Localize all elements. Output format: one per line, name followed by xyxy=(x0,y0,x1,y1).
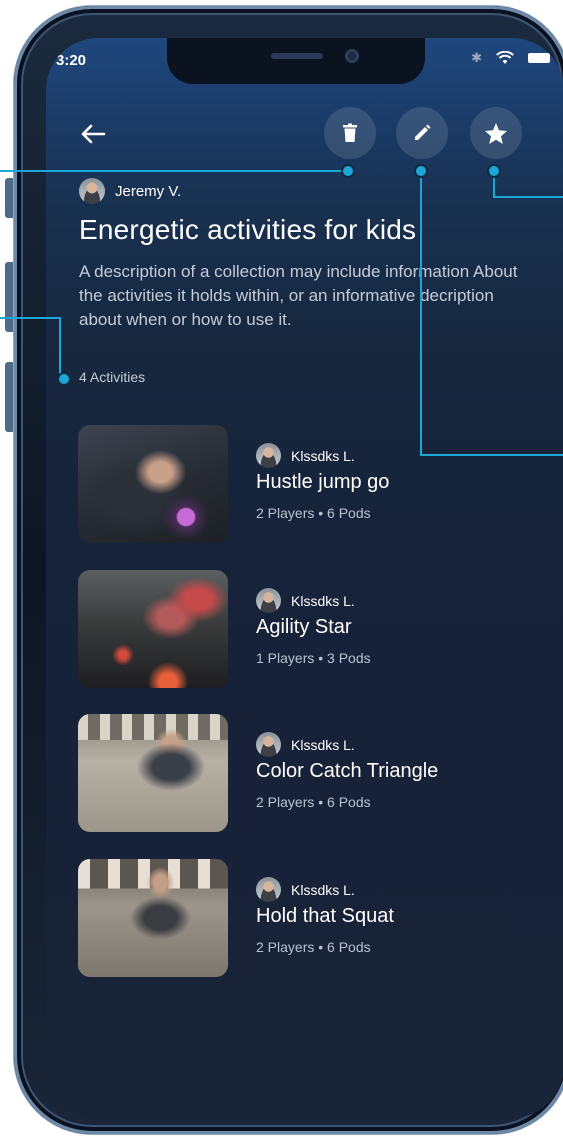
battery-icon xyxy=(528,53,550,63)
pencil-icon xyxy=(415,124,431,140)
arrow-left-icon xyxy=(81,124,106,144)
activity-author-name: Klssdks L. xyxy=(291,881,355,898)
avatar xyxy=(256,443,281,468)
collection-author: Jeremy V. xyxy=(79,178,181,204)
activity-meta: 2 Players • 6 Pods xyxy=(256,505,371,521)
star-icon xyxy=(485,122,507,144)
activity-author: Klssdks L. xyxy=(256,732,355,757)
activity-author: Klssdks L. xyxy=(256,588,355,613)
bluetooth-icon: ✱ xyxy=(471,50,482,65)
speaker xyxy=(271,53,323,59)
activity-pods: 6 Pods xyxy=(327,794,371,810)
wifi-icon xyxy=(496,51,514,64)
activity-item-agility-star[interactable]: Klssdks L. Agility Star 1 Players • 3 Po… xyxy=(78,570,538,690)
front-camera xyxy=(345,49,359,63)
avatar xyxy=(79,178,105,204)
app-screen: 3:20 ✱ Jeremy V. Energetic activities fo… xyxy=(46,38,563,1118)
activity-thumbnail xyxy=(78,859,228,977)
activity-pods: 3 Pods xyxy=(327,650,371,666)
status-icons: ✱ xyxy=(471,50,550,66)
activity-author: Klssdks L. xyxy=(256,877,355,902)
favorite-button[interactable] xyxy=(470,107,522,159)
avatar xyxy=(256,877,281,902)
activity-pods: 6 Pods xyxy=(327,505,371,521)
delete-button[interactable] xyxy=(324,107,376,159)
activity-thumbnail xyxy=(78,425,228,543)
activity-author: Klssdks L. xyxy=(256,443,355,468)
activity-thumbnail xyxy=(78,714,228,832)
meta-separator: • xyxy=(318,650,324,666)
callout-line-count-horizontal xyxy=(0,317,60,319)
activity-author-name: Klssdks L. xyxy=(291,592,355,609)
activity-item-color-catch-triangle[interactable]: Klssdks L. Color Catch Triangle 2 Player… xyxy=(78,714,538,834)
activity-players: 2 Players xyxy=(256,939,315,955)
notch xyxy=(167,38,425,84)
activity-meta: 2 Players • 6 Pods xyxy=(256,794,371,810)
activity-pods: 6 Pods xyxy=(327,939,371,955)
activity-title: Color Catch Triangle xyxy=(256,760,439,782)
activity-meta: 1 Players • 3 Pods xyxy=(256,650,371,666)
callout-dot-count xyxy=(59,374,69,384)
meta-separator: • xyxy=(318,794,324,810)
activity-item-hold-that-squat[interactable]: Klssdks L. Hold that Squat 2 Players • 6… xyxy=(78,859,538,979)
back-button[interactable] xyxy=(76,117,110,151)
callout-line-edit-vertical xyxy=(420,171,422,455)
activity-author-name: Klssdks L. xyxy=(291,447,355,464)
activity-thumbnail xyxy=(78,570,228,688)
activity-meta: 2 Players • 6 Pods xyxy=(256,939,371,955)
callout-line-favorite-horizontal xyxy=(493,196,563,198)
activity-title: Hold that Squat xyxy=(256,905,394,927)
trash-icon xyxy=(343,123,357,142)
activity-players: 2 Players xyxy=(256,794,315,810)
callout-line-count-vertical xyxy=(59,317,61,379)
collection-author-name: Jeremy V. xyxy=(115,182,182,200)
callout-line-edit-horizontal xyxy=(420,454,563,456)
activity-title: Agility Star xyxy=(256,616,352,638)
callout-dot-favorite xyxy=(489,166,499,176)
meta-separator: • xyxy=(318,939,324,955)
activity-item-hustle-jump-go[interactable]: Klssdks L. Hustle jump go 2 Players • 6 … xyxy=(78,425,538,545)
avatar xyxy=(256,588,281,613)
status-time: 3:20 xyxy=(56,52,87,69)
callout-dot-delete xyxy=(343,166,353,176)
avatar xyxy=(256,732,281,757)
activity-title: Hustle jump go xyxy=(256,471,390,493)
edit-button[interactable] xyxy=(396,107,448,159)
collection-description: A description of a collection may includ… xyxy=(79,262,518,329)
activity-players: 1 Players xyxy=(256,650,315,666)
callout-line-delete xyxy=(0,170,348,172)
collection-title: Energetic activities for kids xyxy=(79,214,417,245)
meta-separator: • xyxy=(318,505,324,521)
activity-count: 4 Activities xyxy=(79,369,146,385)
callout-dot-edit xyxy=(416,166,426,176)
activity-author-name: Klssdks L. xyxy=(291,736,355,753)
activity-players: 2 Players xyxy=(256,505,315,521)
